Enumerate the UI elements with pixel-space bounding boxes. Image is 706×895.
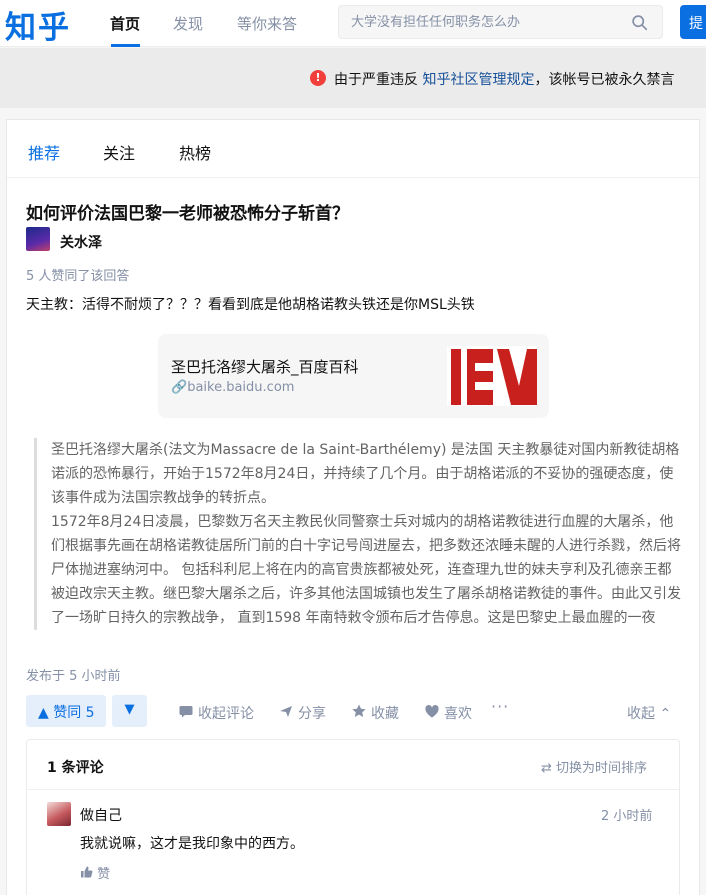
- search-box[interactable]: [338, 5, 663, 39]
- quoted-content: 圣巴托洛缪大屠杀(法文为Massacre de la Saint-Barthél…: [34, 438, 684, 630]
- error-icon: !: [310, 70, 326, 86]
- thumbnail-image: [447, 346, 537, 406]
- commenter-avatar[interactable]: [47, 802, 71, 826]
- favorite-button[interactable]: 收藏: [352, 703, 399, 723]
- comments-header: 1 条评论 ⇄ 切换为时间排序: [27, 740, 679, 790]
- nav-active-indicator: [111, 44, 140, 47]
- nav-discover[interactable]: 发现: [173, 13, 203, 34]
- community-rules-link[interactable]: 知乎社区管理规定: [422, 72, 534, 88]
- comment-time: 2 小时前: [601, 809, 653, 824]
- upvote-button[interactable]: ▲ 赞同 5: [26, 695, 106, 727]
- share-button[interactable]: 分享: [279, 703, 326, 723]
- quote-paragraph: 1572年8月24日凌晨，巴黎数万名天主教民伙同警察士兵对城内的胡格诺教徒进行血…: [51, 514, 681, 626]
- comments-panel: 1 条评论 ⇄ 切换为时间排序 做自己 2 小时前 我就说嘛，这才是我印象中的西…: [26, 739, 680, 895]
- comment-icon: [179, 705, 193, 722]
- ask-question-button[interactable]: 提: [680, 5, 706, 39]
- upvote-info: 5 人赞同了该回答: [26, 269, 130, 284]
- tab-hot[interactable]: 热榜: [179, 140, 211, 164]
- avatar[interactable]: [26, 227, 50, 251]
- more-options-button[interactable]: ···: [491, 697, 509, 716]
- favorite-label: 收藏: [371, 706, 399, 722]
- nav-home[interactable]: 首页: [110, 13, 140, 34]
- publish-time[interactable]: 发布于 5 小时前: [26, 665, 121, 684]
- feed-tabs: 推荐 关注 热榜: [7, 120, 699, 178]
- share-label: 分享: [298, 706, 326, 722]
- like-button[interactable]: 喜欢: [425, 703, 472, 723]
- downvote-button[interactable]: ▼: [112, 695, 147, 727]
- search-icon[interactable]: [631, 14, 648, 31]
- ban-notice-suffix: ，该帐号已被永久禁言: [534, 72, 675, 88]
- heart-icon: [425, 705, 439, 722]
- answer-text: 天主教：活得不耐烦了？？？看看到底是他胡格诺教头铁还是你MSL头铁: [26, 297, 475, 313]
- comment-like-button[interactable]: 赞: [80, 863, 110, 882]
- link-icon: 🔗: [171, 380, 188, 395]
- sort-toggle-button[interactable]: ⇄ 切换为时间排序: [541, 757, 647, 776]
- nav-waiting-answers[interactable]: 等你来答: [237, 13, 297, 34]
- commenter-name[interactable]: 做自己: [80, 805, 122, 825]
- tab-follow[interactable]: 关注: [103, 140, 135, 164]
- share-icon: [279, 705, 293, 722]
- link-card-thumbnail: [447, 346, 537, 406]
- comment-text: 我就说嘛，这才是我印象中的西方。: [80, 836, 304, 852]
- tab-recommend[interactable]: 推荐: [28, 140, 60, 164]
- collapse-comments-button[interactable]: 收起评论: [179, 703, 254, 723]
- zhihu-logo[interactable]: 知乎: [5, 2, 71, 47]
- question-title[interactable]: 如何评价法国巴黎一老师被恐怖分子斩首？: [26, 199, 349, 224]
- comment-count: 1 条评论: [47, 760, 104, 776]
- ban-notice-text: 由于严重违反 知乎社区管理规定，该帐号已被永久禁言: [334, 69, 674, 89]
- comment-like-label: 赞: [97, 867, 111, 882]
- thumbs-up-icon: [80, 866, 97, 882]
- feed-card: 推荐 关注 热榜 如何评价法国巴黎一老师被恐怖分子斩首？ 关水泽 5 人赞同了该…: [6, 119, 700, 895]
- link-card-url-text: baike.baidu.com: [187, 380, 295, 395]
- search-input[interactable]: [351, 12, 621, 32]
- link-card-url: 🔗baike.baidu.com: [171, 380, 294, 395]
- quote-paragraph: 圣巴托洛缪大屠杀(法文为Massacre de la Saint-Barthél…: [51, 442, 680, 506]
- ban-notice-banner: ! 由于严重违反 知乎社区管理规定，该帐号已被永久禁言: [0, 48, 706, 108]
- action-bar: ▲ 赞同 5 ▼ 收起评论 分享 收藏 喜欢 ··· 收起 ⌃: [26, 695, 686, 729]
- collapse-answer-button[interactable]: 收起 ⌃: [627, 703, 671, 723]
- ban-notice-prefix: 由于严重违反: [334, 72, 418, 88]
- author-name[interactable]: 关水泽: [60, 232, 102, 252]
- top-bar: 知乎 首页 发现 等你来答 提: [0, 0, 706, 47]
- like-label: 喜欢: [444, 706, 472, 722]
- link-card-title: 圣巴托洛缪大屠杀_百度百科: [171, 358, 359, 376]
- collapse-comments-label: 收起评论: [198, 706, 254, 722]
- link-card[interactable]: 圣巴托洛缪大屠杀_百度百科 🔗baike.baidu.com: [158, 334, 549, 418]
- star-icon: [352, 704, 366, 722]
